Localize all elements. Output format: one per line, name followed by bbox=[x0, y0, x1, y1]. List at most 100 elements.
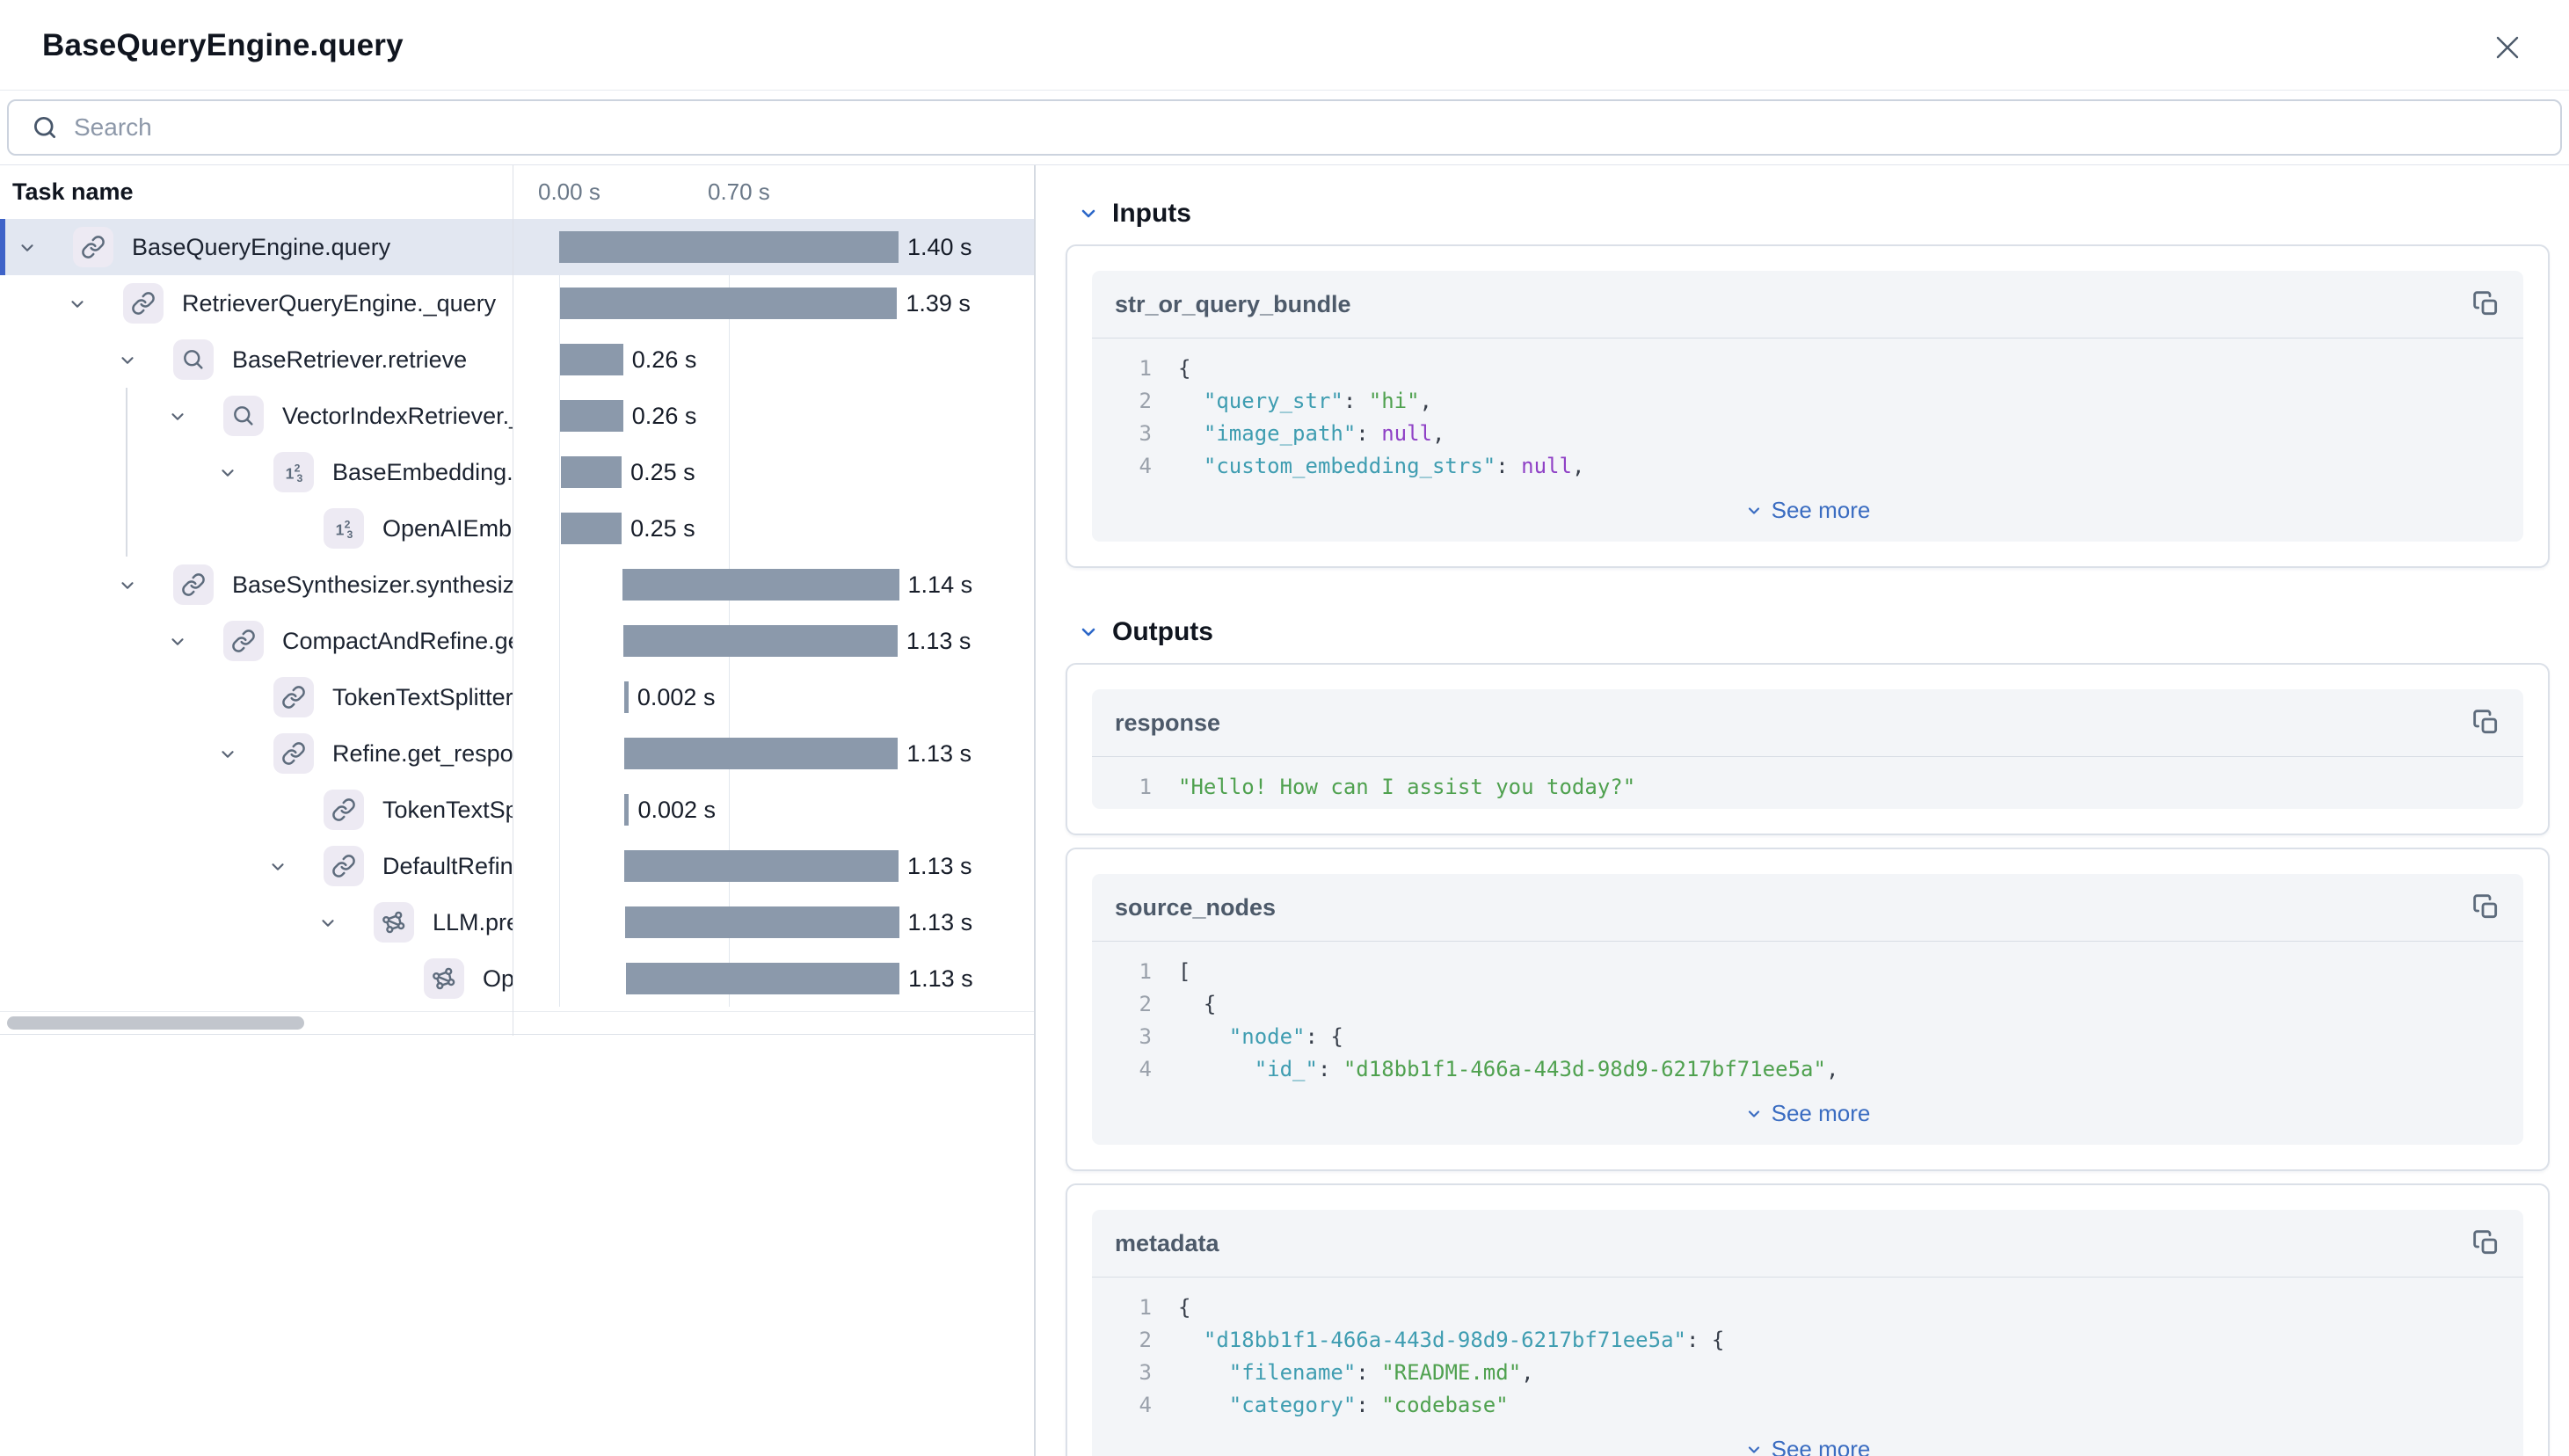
duration-label: 1.13 s bbox=[908, 894, 973, 950]
line-number: 4 bbox=[1113, 1389, 1152, 1422]
code-token: : bbox=[1356, 1357, 1381, 1389]
task-row[interactable]: TokenTextSplitter.0.002 s bbox=[0, 669, 1034, 725]
see-more-button[interactable]: See more bbox=[1092, 1091, 2523, 1145]
code-line: 2 { bbox=[1092, 988, 2523, 1021]
see-more-button[interactable]: See more bbox=[1092, 488, 2523, 542]
copy-icon[interactable] bbox=[2472, 709, 2500, 737]
link-icon bbox=[223, 621, 264, 661]
code-token: , bbox=[1432, 418, 1445, 450]
section-title: Inputs bbox=[1112, 199, 1191, 229]
code-token: "d18bb1f1-466a-443d-98d9-6217bf71ee5a" bbox=[1178, 1324, 1686, 1357]
task-row[interactable]: RetrieverQueryEngine._query 1.39 s bbox=[0, 275, 1034, 331]
duration-label: 1.39 s bbox=[906, 275, 971, 331]
task-row[interactable]: Ope1.13 s bbox=[0, 950, 1034, 1007]
expand-chevron-down-icon[interactable] bbox=[68, 295, 87, 314]
copy-icon[interactable] bbox=[2472, 893, 2500, 921]
task-row[interactable]: 123BaseEmbedding.g0.25 s bbox=[0, 444, 1034, 500]
task-row[interactable]: CompactAndRefine.ge1.13 s bbox=[0, 613, 1034, 669]
duration-label: 0.26 s bbox=[632, 388, 697, 444]
task-label-wrap: TokenTextSplitter. bbox=[332, 669, 513, 725]
code-token: "custom_embedding_strs" bbox=[1178, 450, 1496, 483]
code-token: : bbox=[1496, 450, 1521, 483]
task-row[interactable]: LLM.pre 1.13 s bbox=[0, 894, 1034, 950]
expand-chevron-down-icon[interactable] bbox=[168, 632, 187, 652]
code-line: 1{ bbox=[1092, 353, 2523, 385]
code-token: { bbox=[1178, 1292, 1190, 1324]
page-title: BaseQueryEngine.query bbox=[42, 0, 404, 91]
link-icon bbox=[273, 733, 314, 774]
duration-bar bbox=[624, 738, 899, 769]
task-row[interactable]: BaseQueryEngine.query 1.40 s bbox=[0, 219, 1034, 275]
search-icon bbox=[223, 396, 264, 436]
code-token: "hi" bbox=[1369, 385, 1420, 418]
code-line: 4 "id_": "d18bb1f1-466a-443d-98d9-6217bf… bbox=[1092, 1053, 2523, 1086]
span-details-content: Inputsstr_or_query_bundle1{2 "query_str"… bbox=[1036, 165, 2569, 1456]
task-label-wrap: Ope bbox=[483, 950, 513, 1007]
svg-text:3: 3 bbox=[297, 472, 303, 484]
chevron-down-icon bbox=[1078, 622, 1099, 643]
task-label-wrap: BaseEmbedding.g bbox=[332, 444, 513, 500]
task-row[interactable]: TokenTextSp0.002 s bbox=[0, 782, 1034, 838]
task-label: TokenTextSp bbox=[382, 797, 513, 824]
task-label-wrap: BaseRetriever.retrieve bbox=[232, 331, 513, 388]
code-line: 4 "category": "codebase" bbox=[1092, 1389, 2523, 1422]
code-viewer: str_or_query_bundle1{2 "query_str": "hi"… bbox=[1092, 271, 2523, 542]
title-bar: BaseQueryEngine.query bbox=[0, 0, 2569, 91]
expand-chevron-down-icon[interactable] bbox=[118, 576, 137, 595]
code-token: "image_path" bbox=[1178, 418, 1356, 450]
code-token: : { bbox=[1306, 1021, 1343, 1053]
expand-chevron-down-icon[interactable] bbox=[268, 857, 287, 877]
svg-text:3: 3 bbox=[347, 528, 353, 541]
svg-text:1: 1 bbox=[336, 521, 345, 539]
task-row[interactable]: Refine.get_respo1.13 s bbox=[0, 725, 1034, 782]
expand-chevron-down-icon[interactable] bbox=[118, 351, 137, 370]
see-more-button[interactable]: See more bbox=[1092, 1427, 2523, 1456]
code-line: 2 "d18bb1f1-466a-443d-98d9-6217bf71ee5a"… bbox=[1092, 1324, 2523, 1357]
code-token: "id_" bbox=[1178, 1053, 1318, 1086]
expand-chevron-down-icon[interactable] bbox=[218, 745, 237, 764]
task-label-wrap: RetrieverQueryEngine._query bbox=[182, 275, 513, 331]
line-number: 1 bbox=[1113, 956, 1152, 988]
task-row[interactable]: DefaultRefine1.13 s bbox=[0, 838, 1034, 894]
line-number: 1 bbox=[1113, 1292, 1152, 1324]
task-row[interactable]: BaseSynthesizer.synthesiz 1.14 s bbox=[0, 557, 1034, 613]
duration-bar bbox=[624, 681, 629, 713]
task-label: BaseQueryEngine.query bbox=[132, 234, 390, 261]
duration-bar bbox=[560, 400, 623, 432]
search-input[interactable]: Search bbox=[7, 99, 2562, 156]
duration-label: 0.25 s bbox=[630, 500, 695, 557]
section-inputs-toggle[interactable]: Inputs bbox=[1078, 199, 1191, 229]
trace-waterfall-panel: Task name 0.00 s0.70 s BaseQueryEngine.q… bbox=[0, 165, 1034, 1036]
attribute-card-str_or_query_bundle: str_or_query_bundle1{2 "query_str": "hi"… bbox=[1066, 244, 2550, 568]
copy-icon[interactable] bbox=[2472, 1229, 2500, 1257]
expand-chevron-down-icon[interactable] bbox=[318, 914, 338, 933]
see-more-label: See more bbox=[1772, 1100, 1871, 1127]
expand-chevron-down-icon[interactable] bbox=[218, 463, 237, 483]
llm-icon bbox=[374, 902, 414, 943]
code-token: : bbox=[1356, 418, 1381, 450]
duration-label: 1.14 s bbox=[908, 557, 973, 613]
task-label-wrap: CompactAndRefine.ge bbox=[282, 613, 513, 669]
task-row[interactable]: BaseRetriever.retrieve 0.26 s bbox=[0, 331, 1034, 388]
task-row[interactable]: 123OpenAIEmbe0.25 s bbox=[0, 500, 1034, 557]
expand-chevron-down-icon[interactable] bbox=[18, 238, 37, 258]
duration-label: 0.26 s bbox=[632, 331, 697, 388]
expand-chevron-down-icon[interactable] bbox=[168, 407, 187, 426]
line-number: 1 bbox=[1113, 353, 1152, 385]
task-row[interactable]: VectorIndexRetriever._0.26 s bbox=[0, 388, 1034, 444]
task-label-wrap: LLM.pre bbox=[433, 894, 513, 950]
horizontal-scrollbar[interactable] bbox=[7, 1016, 304, 1030]
close-icon[interactable] bbox=[2492, 32, 2523, 63]
task-label: BaseEmbedding.g bbox=[332, 459, 513, 486]
duration-label: 1.40 s bbox=[907, 219, 972, 275]
code-token: null bbox=[1381, 418, 1432, 450]
attribute-header: str_or_query_bundle bbox=[1092, 271, 2523, 338]
line-number: 4 bbox=[1113, 1053, 1152, 1086]
code-block: 1 {2 "d18bb1f1-466a-443d-98d9-6217bf71ee5… bbox=[1092, 1278, 2523, 1427]
task-label-wrap: BaseSynthesizer.synthesiz bbox=[232, 557, 513, 613]
section-outputs-toggle[interactable]: Outputs bbox=[1078, 617, 1213, 647]
section-title: Outputs bbox=[1112, 617, 1213, 647]
attribute-header: source_nodes bbox=[1092, 874, 2523, 941]
copy-icon[interactable] bbox=[2472, 290, 2500, 318]
duration-label: 0.25 s bbox=[630, 444, 695, 500]
